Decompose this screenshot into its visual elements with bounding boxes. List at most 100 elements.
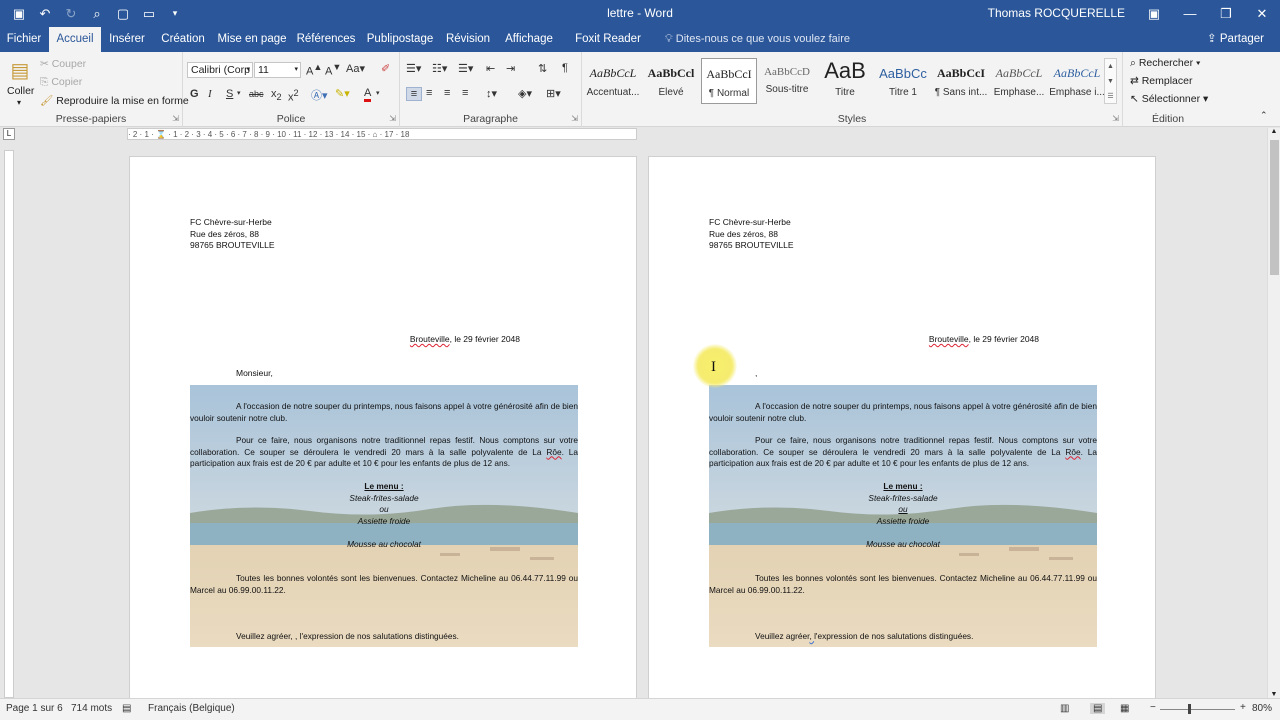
tab-publipostage[interactable]: Publipostage (364, 27, 436, 52)
style-tile-titre-1[interactable]: AaBbCc Titre 1 (875, 58, 931, 104)
proofing-icon[interactable]: ▤ (122, 703, 131, 714)
print-preview-icon[interactable]: ⌕ (86, 3, 108, 25)
zoom-in-icon[interactable]: + (1240, 702, 1246, 713)
superscript-icon[interactable]: x2 (288, 88, 299, 104)
ribbon-display-options-icon[interactable]: ▣ (1136, 0, 1172, 27)
web-layout-icon[interactable]: ▦ (1120, 703, 1129, 714)
share-button[interactable]: ⇪ Partager (1207, 27, 1264, 52)
numbering-icon[interactable]: ☷▾ (432, 62, 447, 75)
align-left-icon[interactable]: ≡ (406, 87, 422, 101)
zoom-out-icon[interactable]: − (1150, 702, 1156, 713)
grow-font-icon[interactable]: A▲ (306, 62, 322, 78)
horizontal-ruler[interactable]: · 2 · 1 · ⌛ · 1 · 2 · 3 · 4 · 5 · 6 · 7 … (127, 128, 637, 140)
justify-icon[interactable]: ≡ (462, 87, 468, 99)
minimize-icon[interactable]: — (1172, 0, 1208, 27)
zoom-level[interactable]: 80% (1252, 703, 1272, 714)
font-launcher-icon[interactable]: ⇲ (389, 114, 396, 123)
align-center-icon[interactable]: ≡ (426, 87, 432, 99)
italic-icon[interactable]: I (208, 88, 212, 100)
shrink-font-icon[interactable]: A▼ (325, 62, 341, 78)
styles-gallery-scroll[interactable]: ▲ ▼ ☰ (1104, 58, 1117, 104)
redo-icon[interactable]: ↻ (60, 3, 82, 25)
scroll-down-icon[interactable]: ▼ (1268, 691, 1280, 698)
format-painter-button[interactable]: 🖌︎ Reproduire la mise en forme (40, 94, 189, 107)
tab-affichage[interactable]: Affichage (500, 27, 558, 52)
styles-launcher-icon[interactable]: ⇲ (1112, 114, 1119, 123)
sort-icon[interactable]: ⇅ (538, 62, 547, 75)
tab-revision[interactable]: Révision (444, 27, 492, 52)
copy-button[interactable]: ⎘ Copier (40, 76, 82, 89)
bold-icon[interactable]: G (190, 88, 199, 100)
tab-fichier[interactable]: Fichier (0, 27, 48, 52)
tab-inserer[interactable]: Insérer (104, 27, 150, 52)
text-effects-icon[interactable]: Ⓐ▾ (311, 87, 328, 103)
zoom-slider-knob[interactable] (1188, 704, 1192, 714)
change-case-icon[interactable]: Aa▾ (346, 62, 365, 75)
clipboard-launcher-icon[interactable]: ⇲ (172, 114, 179, 123)
more-styles-icon[interactable]: ☰ (1105, 89, 1116, 104)
vertical-scrollbar[interactable]: ▲ ▼ (1267, 128, 1280, 698)
language[interactable]: Français (Belgique) (148, 703, 235, 714)
clear-formatting-icon[interactable]: ✐ (381, 62, 390, 75)
style-tile-sous-titre[interactable]: AaBbCcD Sous-titre (759, 58, 815, 104)
font-color-dropdown-icon[interactable]: ▾ (376, 89, 380, 97)
paste-icon[interactable]: ▤ (8, 58, 32, 84)
paste-button[interactable]: Coller (7, 85, 34, 97)
paragraph-launcher-icon[interactable]: ⇲ (571, 114, 578, 123)
undo-icon[interactable]: ↶ (34, 3, 56, 25)
style-tile-titre[interactable]: AaB Titre (817, 58, 873, 104)
scrollbar-thumb[interactable] (1270, 140, 1279, 275)
document-page-left[interactable]: FC Chèvre-sur-Herbe Rue des zéros, 88 98… (129, 156, 637, 701)
borders-icon[interactable]: ⊞▾ (546, 87, 561, 100)
style-tile-emphase-intense[interactable]: AaBbCcL Emphase i... (1049, 58, 1105, 104)
replace-button[interactable]: ⇄ Remplacer (1130, 75, 1193, 87)
chevron-up-icon[interactable]: ▲ (1105, 59, 1116, 74)
tab-selector-icon[interactable]: L (3, 128, 15, 140)
tab-mise-en-page[interactable]: Mise en page (216, 27, 288, 52)
multilevel-list-icon[interactable]: ☰▾ (458, 62, 473, 75)
bullets-icon[interactable]: ☰▾ (406, 62, 421, 75)
collapse-ribbon-icon[interactable]: ⌃ (1260, 110, 1268, 121)
customize-qat-icon[interactable]: ▾ (164, 3, 186, 25)
tab-accueil[interactable]: Accueil (49, 27, 101, 52)
close-icon[interactable]: ✕ (1244, 0, 1280, 27)
font-color-icon[interactable]: A (364, 87, 372, 102)
style-tile-accentuation[interactable]: AaBbCcL Accentuat... (585, 58, 641, 104)
tell-me-search[interactable]: 💡︎ Dites-nous ce que vous voulez faire (665, 27, 850, 52)
tab-creation[interactable]: Création (156, 27, 210, 52)
style-tile-sans-interligne[interactable]: AaBbCcI ¶ Sans int... (933, 58, 989, 104)
cut-button[interactable]: ✂ Couper (40, 58, 86, 70)
read-mode-icon[interactable]: ▥ (1060, 703, 1069, 714)
strikethrough-icon[interactable]: abc (249, 89, 264, 99)
line-spacing-icon[interactable]: ↕▾ (486, 87, 497, 100)
style-tile-emphase[interactable]: AaBbCcL Emphase... (991, 58, 1047, 104)
user-name[interactable]: Thomas ROCQUERELLE (988, 6, 1125, 20)
save-icon[interactable]: ▣ (8, 3, 30, 25)
align-right-icon[interactable]: ≡ (444, 87, 450, 99)
print-layout-icon[interactable]: ▤ (1090, 703, 1106, 714)
shading-icon[interactable]: ◈▾ (518, 87, 532, 100)
font-name-box[interactable]: Calibri (Corp ▾ (187, 62, 253, 78)
scroll-up-icon[interactable]: ▲ (1268, 128, 1280, 135)
restore-icon[interactable]: ❐ (1208, 0, 1244, 27)
increase-indent-icon[interactable]: ⇥ (506, 62, 515, 75)
pilcrow-icon[interactable]: ¶ (562, 62, 568, 74)
highlight-color-icon[interactable]: ✎▾ (335, 87, 350, 100)
underline-icon[interactable]: S (226, 88, 233, 100)
style-tile-normal[interactable]: AaBbCcI ¶ Normal (701, 58, 757, 104)
open-folder-icon[interactable]: ▭ (138, 3, 160, 25)
tab-references[interactable]: Références (296, 27, 356, 52)
word-count[interactable]: 714 mots (71, 703, 112, 714)
style-tile-eleve[interactable]: AaBbCcl Élevé (643, 58, 699, 104)
underline-dropdown-icon[interactable]: ▾ (237, 89, 241, 97)
new-document-icon[interactable]: ▢ (112, 3, 134, 25)
subscript-icon[interactable]: x2 (271, 88, 282, 102)
font-size-box[interactable]: 11 ▾ (254, 62, 301, 78)
tab-foxit-reader-pdf[interactable]: Foxit Reader PDF (566, 27, 650, 70)
decrease-indent-icon[interactable]: ⇤ (486, 62, 495, 75)
document-page-right[interactable]: FC Chèvre-sur-Herbe Rue des zéros, 88 98… (648, 156, 1156, 701)
chevron-down-icon[interactable]: ▼ (1105, 74, 1116, 89)
select-button[interactable]: ↖ Sélectionner ▾ (1130, 93, 1208, 105)
vertical-ruler[interactable] (4, 150, 14, 698)
paste-dropdown-icon[interactable]: ▾ (17, 98, 21, 107)
